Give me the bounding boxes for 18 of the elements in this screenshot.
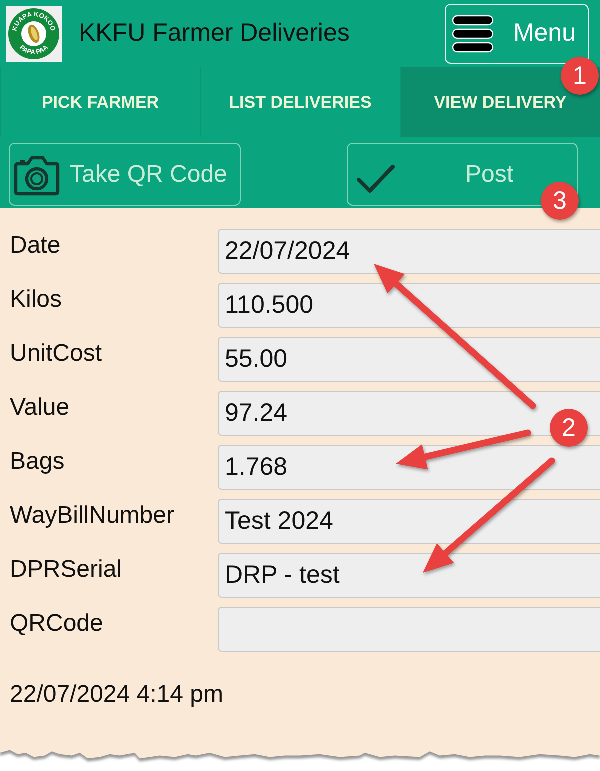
field-label: Bags (9, 447, 66, 477)
text-field[interactable]: 110.500 (218, 283, 600, 328)
text-field[interactable] (218, 607, 600, 652)
check-icon (356, 162, 396, 194)
field-label: DPRSerial (9, 555, 124, 585)
field-label: UnitCost (9, 339, 104, 369)
text-field[interactable]: 22/07/2024 (218, 229, 600, 274)
field-label: WayBillNumber (9, 501, 176, 531)
field-label: Date (9, 231, 62, 261)
field-label: QRCode (9, 609, 104, 639)
text-field[interactable]: 55.00 (218, 337, 600, 382)
field-label: Kilos (9, 285, 64, 315)
timestamp-text: 22/07/2024 4:14 pm (9, 680, 224, 710)
app-title: KKFU Farmer Deliveries (79, 18, 350, 49)
field-label: Value (9, 393, 71, 423)
text-field[interactable]: 1.768 (218, 445, 600, 490)
text-field[interactable]: Test 2024 (218, 499, 600, 544)
text-field[interactable]: DRP - test (218, 553, 600, 598)
